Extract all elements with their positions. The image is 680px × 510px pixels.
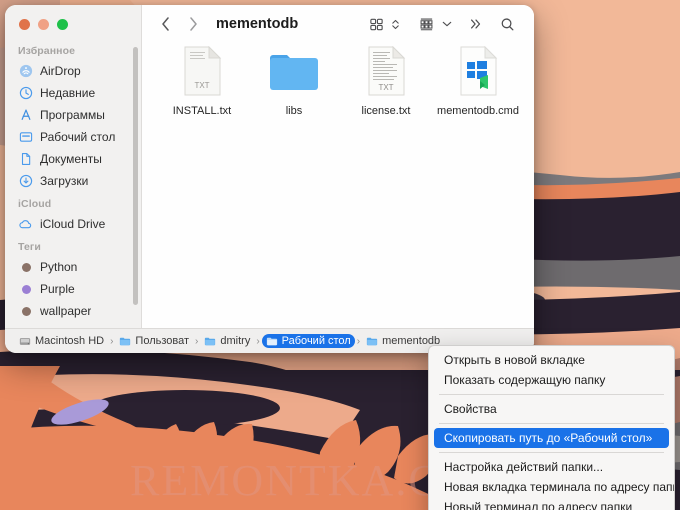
svg-text:TXT: TXT: [378, 83, 393, 92]
more-toolbar-items-button[interactable]: [464, 17, 495, 31]
document-icon: [18, 152, 33, 167]
sidebar-item-label: Документы: [40, 152, 102, 166]
sidebar-item-documents[interactable]: Документы: [5, 148, 141, 170]
forward-button[interactable]: [182, 13, 204, 35]
tag-dot-icon: [18, 282, 33, 297]
file-label: INSTALL.txt: [172, 105, 232, 117]
menu-item-open-in-new-tab[interactable]: Открыть в новой вкладке: [434, 350, 669, 370]
traffic-lights: [5, 18, 142, 30]
airdrop-icon: [18, 64, 33, 79]
toolbar-right-group: [364, 17, 520, 32]
file-item-install-txt[interactable]: TXT INSTALL.txt: [156, 43, 248, 117]
sidebar-item-label: Загрузки: [40, 174, 89, 188]
menu-item-new-terminal-at-folder[interactable]: Новый терминал по адресу папки: [434, 497, 669, 510]
window-body: Избранное AirDrop Недавние Программы Раб…: [5, 5, 534, 328]
tag-dot-icon: [18, 304, 33, 319]
windows-cmd-file-icon: [432, 43, 524, 99]
downloads-icon: [18, 174, 33, 189]
breadcrumb-separator: ›: [256, 335, 260, 347]
sidebar-item-label: wallpaper: [40, 304, 92, 318]
file-label: mementodb.cmd: [437, 105, 519, 117]
tag-dot-icon: [18, 260, 33, 275]
applications-icon: [18, 108, 33, 123]
title-bar: mementodb: [5, 5, 534, 43]
menu-separator: [439, 423, 664, 424]
sidebar-tag-python[interactable]: Python: [5, 256, 141, 278]
hard-drive-icon: [19, 337, 31, 345]
menu-item-show-enclosing-folder[interactable]: Показать содержащую папку: [434, 370, 669, 390]
breadcrumb-separator: ›: [195, 335, 199, 347]
back-button[interactable]: [154, 13, 176, 35]
sidebar-item-label: iCloud Drive: [40, 217, 106, 231]
breadcrumb-desktop-selected[interactable]: Рабочий стол: [261, 334, 355, 348]
breadcrumb-dmitry[interactable]: dmitry: [200, 334, 254, 348]
file-item-mementodb-cmd[interactable]: mementodb.cmd: [432, 43, 524, 117]
sidebar-item-recents[interactable]: Недавние: [5, 82, 141, 104]
clock-icon: [18, 86, 33, 101]
sidebar-section-header-icloud: iCloud: [18, 198, 52, 210]
sidebar-item-airdrop[interactable]: AirDrop: [5, 60, 141, 82]
group-by-button[interactable]: [414, 17, 439, 32]
finder-window: Избранное AirDrop Недавние Программы Раб…: [5, 5, 534, 353]
menu-separator: [439, 394, 664, 395]
minimize-button[interactable]: [38, 18, 49, 30]
file-list-area[interactable]: TXT INSTALL.txt libs TXT license.txt mem…: [142, 5, 534, 328]
sidebar-item-desktop[interactable]: Рабочий стол: [5, 126, 141, 148]
icon-view-button[interactable]: [364, 17, 389, 32]
file-label: libs: [285, 105, 303, 117]
breadcrumb-separator: ›: [110, 335, 114, 347]
file-item-license-txt[interactable]: TXT license.txt: [340, 43, 432, 117]
breadcrumb-macintosh-hd[interactable]: Macintosh HD: [15, 334, 108, 348]
breadcrumb-label: Пользоват: [135, 335, 190, 347]
chevron-down-icon[interactable]: [439, 19, 464, 29]
folder-icon: [205, 337, 216, 345]
sidebar-item-label: AirDrop: [40, 64, 81, 78]
sidebar-section-header-tags: Теги: [18, 241, 41, 253]
breadcrumb-users[interactable]: Пользоват: [115, 334, 193, 348]
toolbar: mementodb: [142, 13, 534, 35]
sidebar-item-applications[interactable]: Программы: [5, 104, 141, 126]
file-item-me[interactable]: me: [524, 43, 534, 117]
file-label: license.txt: [361, 105, 411, 117]
menu-separator: [439, 452, 664, 453]
txt-file-icon: TXT: [156, 43, 248, 99]
cloud-icon: [18, 217, 33, 232]
menu-item-copy-path[interactable]: Скопировать путь до «Рабочий стол»: [434, 428, 669, 448]
txt-file-icon: TXT: [340, 43, 432, 99]
file-icon: [524, 43, 534, 99]
file-item-libs[interactable]: libs: [248, 43, 340, 117]
folder-icon: [248, 43, 340, 99]
sidebar-item-label: Purple: [40, 282, 75, 296]
context-menu: Открыть в новой вкладке Показать содержа…: [428, 345, 675, 510]
sidebar-item-label: Программы: [40, 108, 105, 122]
folder-icon: [120, 337, 131, 345]
breadcrumb-label: Рабочий стол: [281, 335, 351, 347]
sidebar: Избранное AirDrop Недавние Программы Раб…: [5, 5, 142, 328]
sidebar-item-label: Python: [40, 260, 78, 274]
folder-icon: [266, 337, 277, 345]
sidebar-item-icloud-drive[interactable]: iCloud Drive: [5, 213, 141, 235]
sidebar-item-downloads[interactable]: Загрузки: [5, 170, 141, 192]
sidebar-tag-purple[interactable]: Purple: [5, 278, 141, 300]
svg-text:TXT: TXT: [194, 81, 209, 90]
sidebar-item-label: Рабочий стол: [40, 130, 116, 144]
file-label: me: [524, 105, 534, 117]
menu-item-folder-actions-setup[interactable]: Настройка действий папки...: [434, 457, 669, 477]
view-stepper-chevrons[interactable]: [389, 17, 414, 32]
close-button[interactable]: [19, 18, 30, 30]
search-icon[interactable]: [495, 17, 520, 32]
sidebar-scrollbar[interactable]: [133, 47, 138, 305]
breadcrumb-label: Macintosh HD: [35, 335, 105, 347]
breadcrumb-label: dmitry: [220, 335, 251, 347]
maximize-button[interactable]: [57, 18, 68, 30]
window-title: mementodb: [216, 16, 299, 32]
file-grid: TXT INSTALL.txt libs TXT license.txt mem…: [142, 43, 534, 117]
desktop-icon: [18, 130, 33, 145]
menu-item-new-terminal-tab-at-folder[interactable]: Новая вкладка терминала по адресу папки: [434, 477, 674, 497]
breadcrumb-separator: ›: [356, 335, 361, 347]
folder-icon: [366, 337, 378, 345]
sidebar-tag-wallpaper[interactable]: wallpaper: [5, 300, 141, 322]
sidebar-item-label: Недавние: [40, 86, 96, 100]
menu-item-properties[interactable]: Свойства: [434, 399, 669, 419]
